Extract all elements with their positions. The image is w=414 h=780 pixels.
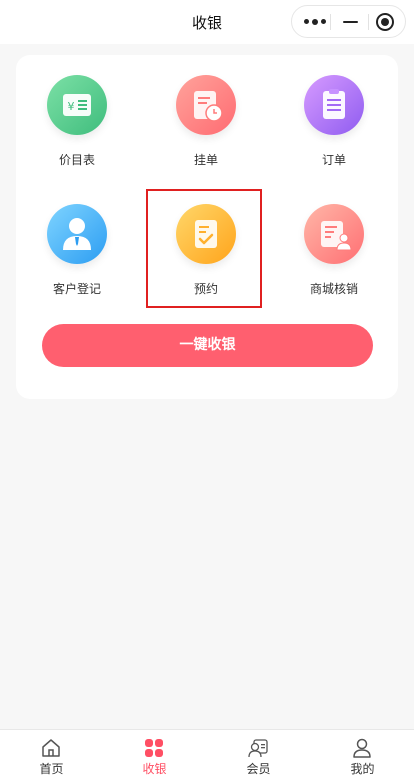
capsule-divider (330, 14, 331, 30)
tab-label: 首页 (39, 762, 64, 776)
profile-icon (351, 737, 373, 759)
customer-icon (47, 204, 107, 264)
grid-item-label: 价目表 (58, 153, 95, 167)
grid-item-label: 订单 (321, 153, 346, 167)
grid-item-mall-verify[interactable]: 商城核销 (279, 204, 389, 324)
tab-cashier[interactable]: 收银 (103, 730, 206, 780)
tab-bar: 首页 收银 会员 我的 (0, 729, 414, 780)
grid-item-orders[interactable]: 订单 (279, 75, 389, 195)
grid-item-pending-order[interactable]: 挂单 (151, 75, 261, 195)
grid-item-label: 客户登记 (52, 282, 101, 296)
cashier-icon (143, 737, 165, 759)
capsule-divider (368, 14, 369, 30)
price-list-icon: ¥ (47, 75, 107, 135)
pending-order-icon (176, 75, 236, 135)
order-list-icon (304, 75, 364, 135)
grid-item-label: 商城核销 (309, 282, 358, 296)
tab-label: 会员 (246, 762, 271, 776)
member-icon (247, 737, 269, 759)
highlight-box (146, 189, 262, 308)
tab-home[interactable]: 首页 (0, 730, 103, 780)
tab-label: 我的 (350, 762, 375, 776)
tab-profile[interactable]: 我的 (311, 730, 414, 780)
more-icon[interactable] (304, 18, 326, 25)
grid-item-price-list[interactable]: ¥ 价目表 (22, 75, 132, 195)
close-mini-program-icon[interactable] (376, 13, 394, 31)
minimize-icon[interactable] (343, 21, 358, 23)
tab-label: 收银 (142, 762, 167, 776)
mall-verify-icon (304, 204, 364, 264)
tab-member[interactable]: 会员 (207, 730, 310, 780)
grid-item-label: 挂单 (193, 153, 218, 167)
one-key-checkout-button[interactable]: 一键收银 (42, 324, 373, 367)
capsule-menu (291, 5, 406, 38)
nav-bar: 收银 (0, 0, 414, 44)
home-icon (40, 737, 62, 759)
svg-text:¥: ¥ (68, 100, 75, 113)
grid-item-customer-register[interactable]: 客户登记 (22, 204, 132, 324)
